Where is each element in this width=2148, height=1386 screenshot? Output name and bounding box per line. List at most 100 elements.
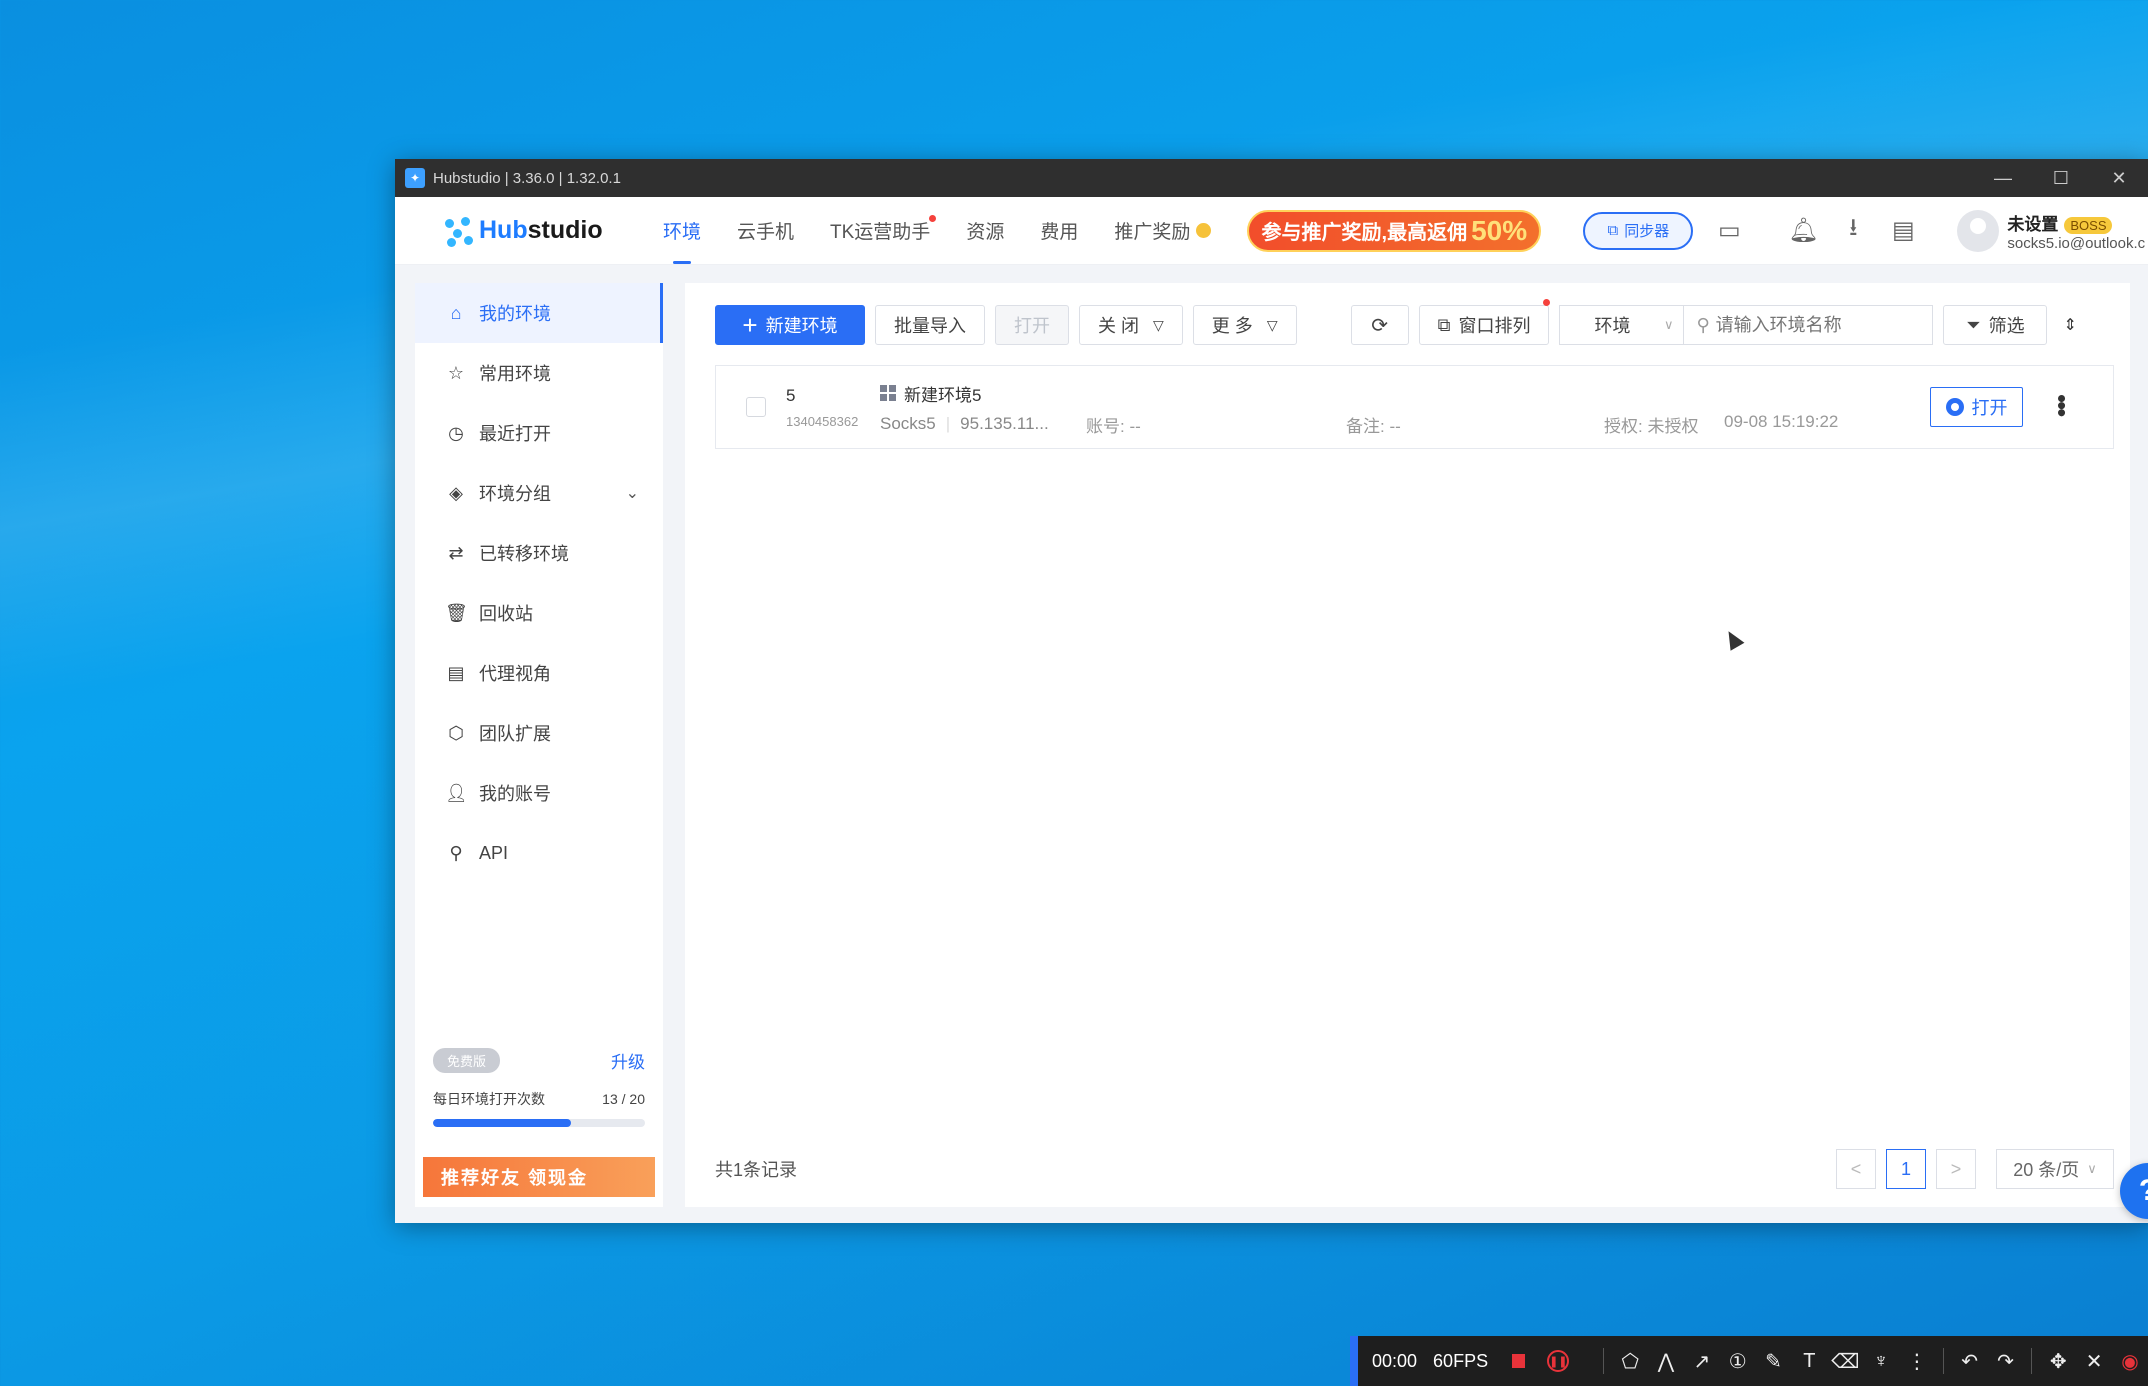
more-menu-button[interactable]: 更 多 ▽ bbox=[1192, 305, 1297, 345]
role-badge: BOSS bbox=[2064, 216, 2113, 234]
transfer-icon: ⇄ bbox=[448, 542, 464, 563]
env-time: 09-08 15:19:22 bbox=[1724, 412, 1839, 431]
download-icon[interactable]: ⭳ bbox=[1839, 214, 1867, 245]
page-1-button[interactable]: 1 bbox=[1886, 1149, 1926, 1189]
move-icon[interactable]: ✥ bbox=[2040, 1349, 2076, 1374]
filter-button[interactable]: ⏷ 筛选 bbox=[1943, 305, 2048, 345]
new-env-button[interactable]: + 新建环境 bbox=[715, 305, 865, 345]
sidebar-item-transferred[interactable]: ⇄ 已转移环境 bbox=[415, 523, 663, 583]
shapes-icon[interactable]: ⬠ bbox=[1612, 1349, 1648, 1374]
nav-tab-cloud-phone[interactable]: 云手机 bbox=[737, 197, 794, 264]
recording-fps: 60FPS bbox=[1433, 1350, 1489, 1371]
close-menu-button[interactable]: 关 闭 ▽ bbox=[1079, 305, 1183, 345]
sidebar-item-favorites[interactable]: ☆ 常用环境 bbox=[415, 343, 663, 403]
window-arrange-button[interactable]: ⧉ 窗口排列 bbox=[1418, 299, 1551, 345]
store-icon: ⌂ bbox=[450, 302, 462, 323]
sidebar-item-proxy-view[interactable]: ▤ 代理视角 bbox=[415, 643, 663, 703]
filter-icon: ⏷ bbox=[1966, 314, 1981, 335]
plus-icon: + bbox=[742, 309, 758, 340]
recording-time: 00:00 bbox=[1372, 1350, 1418, 1371]
table-row[interactable]: 5 1340458362 新建环境5 Socks5 | 95.135.11...… bbox=[715, 365, 2114, 449]
nav-tab-billing[interactable]: 费用 bbox=[1040, 197, 1078, 264]
pause-record-icon[interactable]: ❚❚ bbox=[1547, 1350, 1570, 1372]
sort-icon[interactable]: ⇕ bbox=[2063, 315, 2076, 335]
app-window: ✦ Hubstudio | 3.36.0 | 1.32.0.1 — ☐ ✕ Hu… bbox=[395, 159, 2148, 1223]
nav-tab-environment[interactable]: 环境 bbox=[663, 197, 701, 264]
proxy-type: Socks5 bbox=[880, 413, 936, 433]
upgrade-link[interactable]: 升级 bbox=[611, 1048, 645, 1073]
sidebar-item-my-env[interactable]: ⌂ 我的环境 bbox=[415, 283, 663, 343]
pen-icon[interactable]: ✎ bbox=[1756, 1349, 1792, 1374]
refresh-button[interactable]: ⟳ bbox=[1350, 305, 1409, 345]
brand-logo[interactable]: Hubstudio bbox=[443, 215, 663, 247]
row-checkbox[interactable] bbox=[746, 397, 766, 417]
number-marker-icon[interactable]: ① bbox=[1720, 1349, 1756, 1374]
undo-icon[interactable]: ↶ bbox=[1952, 1349, 1988, 1374]
env-account: 账号: -- bbox=[1086, 417, 1141, 436]
nav-tab-referral[interactable]: 推广奖励 bbox=[1114, 197, 1212, 264]
env-type-select[interactable]: 环境 ∨ bbox=[1560, 306, 1685, 344]
total-records: 共1条记录 bbox=[715, 1160, 798, 1180]
quota-progress-fill bbox=[433, 1119, 571, 1127]
open-selected-button[interactable]: 打开 bbox=[995, 305, 1069, 345]
env-note: 备注: -- bbox=[1346, 417, 1401, 436]
minimize-button[interactable]: — bbox=[1974, 168, 2032, 189]
chevron-down-icon: ▽ bbox=[1153, 316, 1164, 333]
refer-banner[interactable]: 推荐好友 领现金 bbox=[423, 1157, 655, 1197]
clock-icon: ◷ bbox=[448, 422, 464, 443]
record-icon[interactable]: ◉ bbox=[2112, 1349, 2148, 1374]
env-name[interactable]: 新建环境5 bbox=[904, 381, 981, 406]
search-icon: ⚲ bbox=[1696, 314, 1710, 335]
spotlight-icon[interactable]: ♆ bbox=[1863, 1350, 1899, 1373]
nav-tab-tk-assistant[interactable]: TK运营助手 bbox=[830, 197, 937, 264]
more-options-icon[interactable]: ••• bbox=[2047, 394, 2077, 415]
bell-icon[interactable]: 🔔︎ bbox=[1788, 217, 1818, 245]
sidebar-item-trash[interactable]: 🗑︎ 回收站 bbox=[415, 583, 663, 643]
title-bar: ✦ Hubstudio | 3.36.0 | 1.32.0.1 — ☐ ✕ bbox=[395, 159, 2148, 197]
toolbar: +新建环境 批量导入 打开 关 闭▽ 更 多▽ ⟳ ⧉窗口排列 环境∨ ⚲ ⏷筛… bbox=[685, 283, 2130, 345]
stop-record-icon[interactable] bbox=[1512, 1354, 1526, 1368]
sidebar-item-team-ext[interactable]: ⬡ 团队扩展 bbox=[415, 703, 663, 763]
pagination-footer: 共1条记录 < 1 > 20 条/页 ∨ bbox=[715, 1149, 2114, 1189]
chrome-icon bbox=[1945, 398, 1964, 416]
quota-progress-bar bbox=[433, 1119, 645, 1127]
sidebar-item-account[interactable]: 👤︎ 我的账号 bbox=[415, 763, 663, 823]
sidebar-item-api[interactable]: ⚲ API bbox=[415, 823, 663, 883]
app-icon: ✦ bbox=[405, 168, 425, 188]
eraser-icon[interactable]: ⌫ bbox=[1827, 1349, 1863, 1374]
maximize-button[interactable]: ☐ bbox=[2032, 168, 2090, 189]
quota-label: 每日环境打开次数 bbox=[433, 1091, 545, 1107]
sync-button[interactable]: ⧉ 同步器 bbox=[1583, 211, 1694, 250]
window-title: Hubstudio | 3.36.0 | 1.32.0.1 bbox=[433, 169, 621, 187]
window-controls: — ☐ ✕ bbox=[1974, 168, 2148, 189]
page-size-select[interactable]: 20 条/页 ∨ bbox=[1996, 1149, 2114, 1189]
recorder-toolbar: 00:00 60FPS ❚❚ ⬠ ⋀ ↗ ① ✎ T ⌫ ♆ ⋮ ↶ ↷ ✥ ✕… bbox=[1350, 1336, 2148, 1386]
schedule-icon[interactable]: ▤ bbox=[1889, 217, 1917, 245]
close-recorder-icon[interactable]: ✕ bbox=[2076, 1349, 2112, 1374]
sync-icon: ⧉ bbox=[1607, 222, 1619, 239]
promo-banner[interactable]: 参与推广奖励,最高返佣 50% bbox=[1247, 209, 1542, 252]
more-tools-icon[interactable]: ⋮ bbox=[1899, 1349, 1935, 1374]
search-box: ⚲ bbox=[1684, 314, 1932, 336]
sidebar-item-groups[interactable]: ◈ 环境分组 ⌄ bbox=[415, 463, 663, 523]
redo-icon[interactable]: ↷ bbox=[1988, 1349, 2024, 1374]
polyline-icon[interactable]: ⋀ bbox=[1648, 1349, 1684, 1374]
cube-icon: ⬡ bbox=[448, 722, 464, 743]
nav-tab-resources[interactable]: 资源 bbox=[966, 197, 1004, 264]
text-tool-icon[interactable]: T bbox=[1791, 1350, 1827, 1373]
arrow-icon[interactable]: ↗ bbox=[1684, 1349, 1720, 1374]
close-button[interactable]: ✕ bbox=[2090, 168, 2148, 189]
monitor-icon[interactable]: ▭ bbox=[1715, 217, 1743, 245]
notification-dot bbox=[1543, 299, 1551, 306]
prev-page-button[interactable]: < bbox=[1836, 1149, 1876, 1189]
hub-logo-icon bbox=[443, 215, 475, 247]
open-env-button[interactable]: 打开 bbox=[1930, 387, 2023, 427]
env-search-group: 环境 ∨ ⚲ bbox=[1559, 305, 1934, 345]
next-page-button[interactable]: > bbox=[1936, 1149, 1976, 1189]
sidebar-item-recent[interactable]: ◷ 最近打开 bbox=[415, 403, 663, 463]
user-profile[interactable]: 未设置 BOSS socks5.io@outlook.c bbox=[1957, 209, 2145, 252]
search-input[interactable] bbox=[1715, 314, 1916, 336]
main-panel: +新建环境 批量导入 打开 关 闭▽ 更 多▽ ⟳ ⧉窗口排列 环境∨ ⚲ ⏷筛… bbox=[685, 283, 2130, 1207]
windows-os-icon bbox=[880, 385, 896, 401]
batch-import-button[interactable]: 批量导入 bbox=[875, 305, 985, 345]
